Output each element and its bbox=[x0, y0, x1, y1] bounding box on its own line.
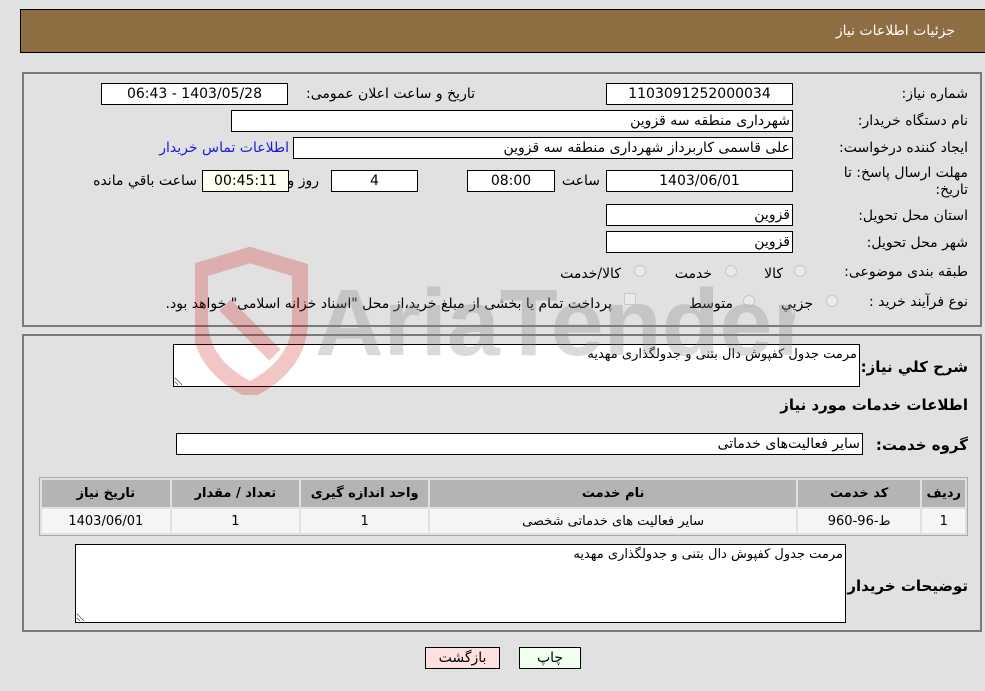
purchase-type-option-minor: جزيي bbox=[781, 296, 813, 312]
buyer-org-field[interactable]: شهرداری منطقه سه قزوین bbox=[231, 110, 793, 132]
announce-datetime-field[interactable]: 1403/05/28 - 06:43 bbox=[101, 83, 288, 105]
cell-service-code: ط-96-960 bbox=[797, 509, 921, 533]
purchase-type-radio-minor[interactable] bbox=[826, 295, 838, 307]
city-field[interactable]: قزوین bbox=[606, 231, 793, 253]
deadline-time-label: ساعت bbox=[561, 173, 600, 189]
deadline-date-field[interactable]: 1403/06/01 bbox=[606, 170, 793, 192]
col-row-number: ردیف bbox=[922, 480, 965, 507]
col-need-date: تاریخ نیاز bbox=[42, 480, 170, 507]
buyer-notes-label: توضیحات خریدار: bbox=[841, 577, 968, 595]
page-header: جزئیات اطلاعات نیاز bbox=[20, 9, 985, 53]
description-textarea[interactable] bbox=[173, 344, 860, 387]
col-unit: واحد اندازه گیری bbox=[301, 480, 429, 507]
cell-need-date: 1403/06/01 bbox=[42, 509, 170, 533]
deadline-label-date: تاریخ: bbox=[935, 182, 968, 198]
category-radio-goods-service[interactable] bbox=[634, 265, 646, 277]
page-title: جزئیات اطلاعات نیاز bbox=[835, 23, 955, 39]
col-service-code: کد خدمت bbox=[797, 480, 921, 507]
province-label: استان محل تحویل: bbox=[858, 208, 968, 224]
purchase-type-label: نوع فرآیند خرید : bbox=[869, 294, 968, 310]
buyer-contact-link[interactable]: اطلاعات تماس خریدار bbox=[159, 140, 289, 156]
cell-service-name: سایر فعالیت های خدماتی شخصی bbox=[430, 509, 796, 533]
days-label: روز و bbox=[287, 173, 320, 189]
services-table: ردیف کد خدمت نام خدمت واحد اندازه گیری ت… bbox=[39, 477, 968, 536]
cell-quantity: 1 bbox=[171, 509, 300, 533]
remaining-time-field[interactable]: 00:45:11 bbox=[202, 170, 289, 192]
announce-datetime-label: تاریخ و ساعت اعلان عمومی: bbox=[306, 86, 475, 102]
table-row: 1 ط-96-960 سایر فعالیت های خدماتی شخصی 1… bbox=[42, 509, 965, 533]
service-group-field[interactable]: سایر فعالیت‌های خدماتی bbox=[176, 433, 863, 455]
services-heading: اطلاعات خدمات مورد نیاز bbox=[780, 396, 968, 414]
treasury-payment-checkbox[interactable] bbox=[624, 293, 636, 305]
category-option-goods: کالا bbox=[764, 266, 783, 282]
province-field[interactable]: قزوین bbox=[606, 204, 793, 226]
category-option-goods-service: کالا/خدمت bbox=[560, 266, 621, 282]
purchase-type-option-medium: متوسط bbox=[689, 296, 733, 312]
treasury-payment-note: پرداخت تمام یا بخشی از مبلغ خرید،از محل … bbox=[165, 296, 612, 312]
city-label: شهر محل تحویل: bbox=[866, 235, 968, 251]
service-group-label: گروه خدمت: bbox=[875, 436, 968, 454]
category-radio-service[interactable] bbox=[725, 265, 737, 277]
remaining-time-label: ساعت باقي مانده bbox=[93, 173, 197, 189]
purchase-type-radio-medium[interactable] bbox=[743, 295, 755, 307]
buyer-notes-textarea[interactable] bbox=[75, 544, 846, 623]
deadline-label: مهلت ارسال پاسخ: تا bbox=[843, 165, 968, 181]
back-button[interactable]: بازگشت bbox=[425, 647, 500, 669]
table-header-row: ردیف کد خدمت نام خدمت واحد اندازه گیری ت… bbox=[42, 480, 965, 507]
need-number-field[interactable]: 1103091252000034 bbox=[606, 83, 793, 105]
print-button[interactable]: چاپ bbox=[519, 647, 581, 669]
deadline-time-field[interactable]: 08:00 bbox=[467, 170, 555, 192]
need-number-label: شماره نیاز: bbox=[901, 86, 969, 102]
category-radio-goods[interactable] bbox=[794, 265, 806, 277]
category-option-service: خدمت bbox=[674, 266, 712, 282]
buyer-org-label: نام دستگاه خریدار: bbox=[857, 113, 968, 129]
description-label: شرح کلي نياز: bbox=[860, 358, 968, 376]
col-quantity: تعداد / مقدار bbox=[171, 480, 300, 507]
remaining-days-field[interactable]: 4 bbox=[331, 170, 418, 192]
col-service-name: نام خدمت bbox=[430, 480, 796, 507]
cell-unit: 1 bbox=[301, 509, 429, 533]
creator-field[interactable]: علی قاسمی کاربرداز شهرداری منطقه سه قزوی… bbox=[293, 137, 793, 159]
category-label: طبقه بندی موضوعی: bbox=[844, 264, 968, 280]
creator-label: ایجاد کننده درخواست: bbox=[839, 140, 968, 156]
cell-row-number: 1 bbox=[922, 509, 965, 533]
